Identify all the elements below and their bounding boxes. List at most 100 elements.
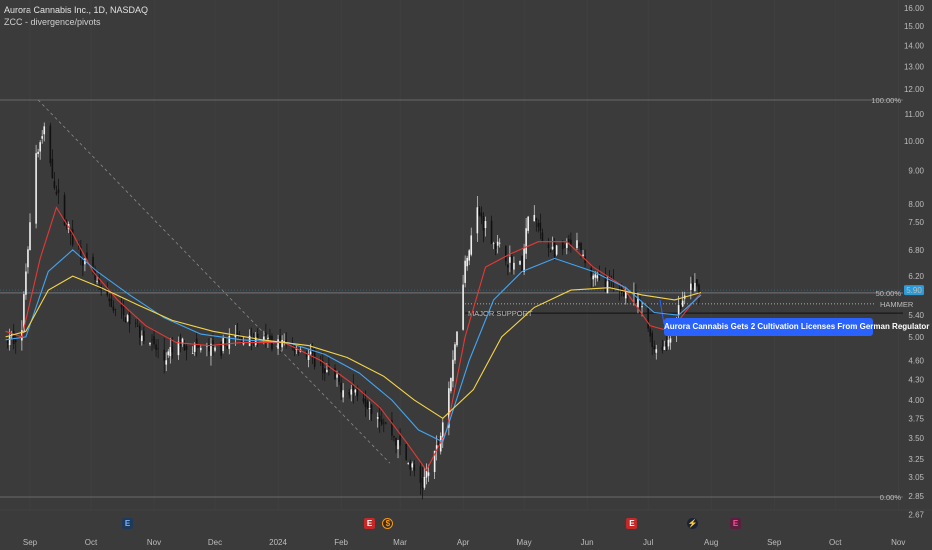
- candle-body: [200, 347, 202, 351]
- news-flag[interactable]: Aurora Cannabis Gets 2 Cultivation Licen…: [664, 318, 929, 336]
- candle: [80, 239, 82, 266]
- candle: [637, 292, 639, 314]
- candle-body: [647, 306, 649, 329]
- candle: [342, 383, 344, 403]
- candle-body: [561, 241, 564, 249]
- candle: [655, 344, 658, 360]
- candle-body: [582, 254, 584, 256]
- candle: [407, 462, 409, 465]
- candle-body: [195, 338, 198, 348]
- candle: [120, 296, 123, 319]
- candle: [226, 345, 229, 350]
- candle: [27, 246, 29, 274]
- candle: [498, 238, 501, 248]
- price-axis[interactable]: 16.00 15.00 14.00 13.00 12.00 11.00 10.00 9.00 8…: [904, 4, 925, 520]
- candle-body: [153, 336, 155, 345]
- candle-body: [507, 264, 509, 268]
- candle-body: [364, 398, 367, 407]
- lightning-badge-jul[interactable]: ⚡: [687, 518, 699, 529]
- candle-body: [122, 305, 125, 315]
- candle-body: [326, 369, 328, 373]
- candle-body: [498, 242, 501, 244]
- candle: [411, 461, 414, 471]
- candle-body: [496, 241, 499, 246]
- candle-body: [667, 339, 670, 347]
- earnings-badge-sep[interactable]: E: [122, 518, 134, 529]
- candle-body: [649, 328, 651, 337]
- candle-body: [366, 401, 369, 409]
- candle: [513, 256, 515, 275]
- candle-body: [681, 300, 684, 307]
- candle-body: [539, 222, 542, 231]
- candle-body: [395, 438, 397, 446]
- price-tick-label: 11.00: [905, 110, 925, 119]
- ma-line-mid: [5, 249, 702, 443]
- candle: [541, 228, 544, 243]
- candle-body: [568, 238, 570, 243]
- candle: [413, 460, 416, 477]
- candle-body: [509, 257, 511, 263]
- candle: [228, 328, 231, 355]
- candle: [604, 267, 607, 293]
- candle-body: [134, 322, 137, 324]
- candle-body: [120, 304, 123, 308]
- candle-body: [397, 440, 399, 450]
- candle-body: [547, 244, 550, 248]
- candle-body: [669, 338, 672, 343]
- candle: [283, 333, 285, 346]
- candle-body: [505, 245, 507, 262]
- candle: [696, 278, 698, 288]
- candle: [470, 227, 473, 257]
- candle-body: [527, 216, 529, 231]
- candle-body: [549, 251, 552, 253]
- candle: [551, 236, 554, 251]
- price-tick-label: 10.00: [904, 137, 925, 146]
- candle-body: [112, 306, 115, 311]
- time-axis[interactable]: Sep Oct Nov Dec 2024 Feb Mar Apr May Jun Jul Aug Sep…: [23, 538, 905, 547]
- candle-body: [578, 243, 580, 246]
- earnings-badge-aug[interactable]: E: [730, 518, 742, 529]
- candle-body: [655, 349, 658, 353]
- candle-body: [454, 344, 456, 361]
- candle: [482, 212, 485, 243]
- candle-body: [297, 351, 300, 353]
- candle-body: [419, 466, 422, 483]
- candle: [385, 421, 387, 425]
- ma-line-fast: [5, 206, 702, 472]
- candle: [549, 249, 552, 253]
- candle: [122, 300, 125, 322]
- earnings-badge-jun[interactable]: E: [626, 518, 638, 529]
- candle: [183, 340, 186, 351]
- candle: [533, 205, 536, 222]
- candle: [252, 333, 255, 346]
- candle: [220, 340, 222, 359]
- candle-body: [212, 340, 214, 348]
- grid-lines: [0, 0, 932, 511]
- candle-body: [197, 345, 200, 348]
- candle: [566, 238, 568, 255]
- price-tick-label: 4.60: [908, 357, 924, 366]
- price-tick-label: 6.20: [908, 272, 924, 281]
- candle: [53, 172, 56, 191]
- time-tick-label: May: [517, 538, 532, 547]
- level-lines: 100.00% 50.00% 0.00% HAMMER MAJOR SUPPORT: [0, 96, 914, 502]
- candle-body: [555, 245, 558, 255]
- candle: [256, 328, 259, 347]
- candle-body: [267, 338, 269, 339]
- candle: [155, 339, 157, 357]
- time-tick-label: Nov: [891, 538, 905, 547]
- candle: [112, 300, 115, 314]
- earnings-badge-feb[interactable]: E: [364, 518, 376, 529]
- candle: [208, 338, 210, 357]
- candle-body: [378, 415, 381, 422]
- candle-body: [309, 351, 312, 355]
- candle-body: [136, 325, 139, 327]
- price-tick-label: 4.30: [908, 376, 924, 385]
- price-chart[interactable]: 100.00% 50.00% 0.00% HAMMER MAJOR SUPPORT 16…: [0, 0, 932, 550]
- candle-body: [336, 374, 338, 378]
- candle-body: [450, 377, 452, 392]
- candle-body: [482, 216, 485, 231]
- candle-body: [456, 331, 458, 346]
- candle: [14, 333, 17, 354]
- candle-body: [169, 347, 172, 357]
